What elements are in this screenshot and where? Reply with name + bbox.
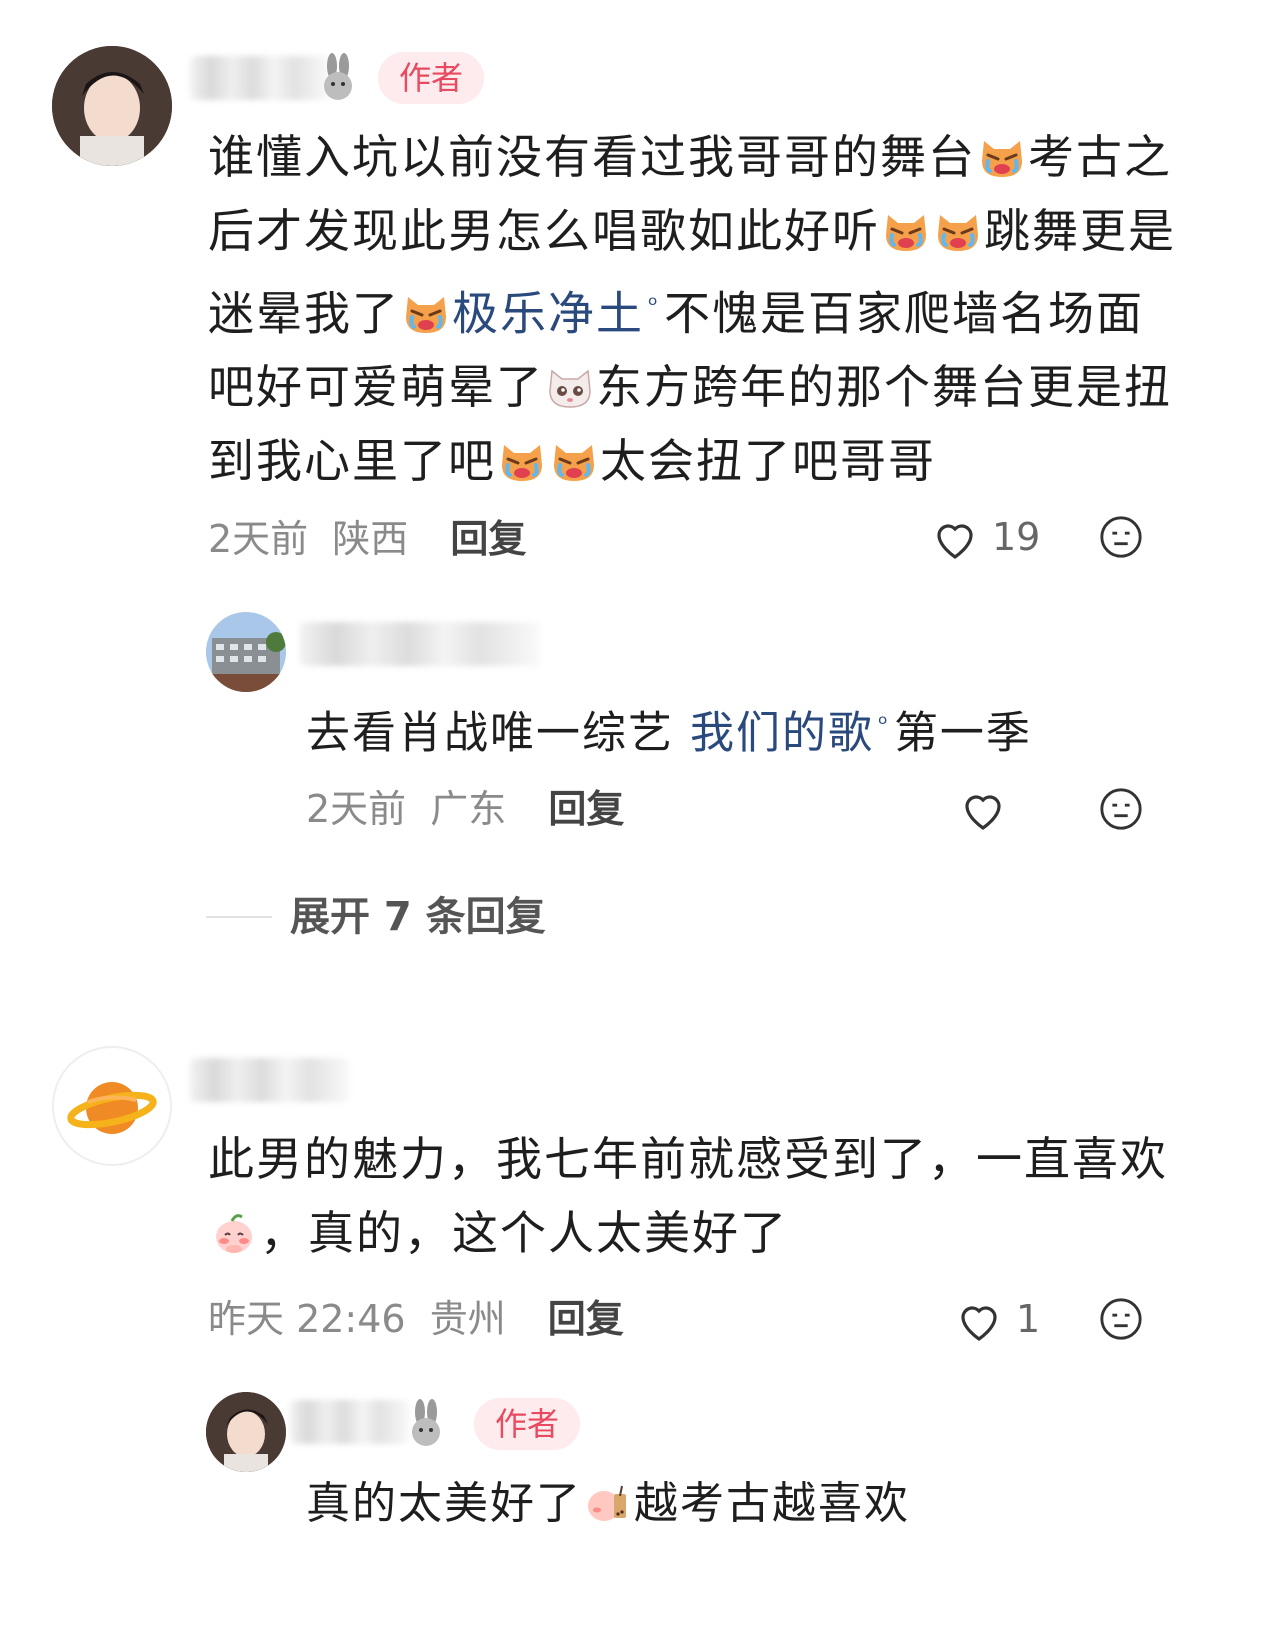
commenter-name-blurred[interactable] (190, 1058, 350, 1102)
comment-location: 陕西 (332, 517, 409, 561)
author-badge: 作者 (378, 52, 484, 104)
crying-cat-emoji (978, 126, 1026, 177)
comment-time: 2天前 (208, 517, 309, 561)
reply-text: 真的太美好了 越考古越喜欢 (306, 1474, 1166, 1534)
like-button[interactable]: 1 (954, 1294, 1044, 1348)
dislike-button[interactable] (1098, 514, 1144, 560)
building-photo-icon (206, 612, 286, 692)
comment-meta: 昨天 22:46 贵州 回复 (208, 1294, 624, 1344)
commenter-avatar[interactable] (52, 1046, 172, 1166)
text-segment: 真的太美好了 (306, 1478, 582, 1529)
reply-text: 去看肖战唯一综艺 我们的歌 ᵒ第一季 (306, 694, 1166, 764)
person-photo-icon (206, 1392, 286, 1472)
rabbit-icon (406, 1398, 446, 1448)
like-button[interactable] (958, 786, 1008, 834)
reply-button[interactable]: 回复 (548, 1297, 624, 1341)
rabbit-icon (318, 52, 358, 102)
topic-link[interactable]: 极乐净土 (452, 286, 644, 340)
text-segment: 谁懂入坑以前没有看过我哥哥的舞台 (208, 130, 976, 184)
replier-name-blurred[interactable] (300, 622, 540, 666)
person-photo-icon (52, 46, 172, 166)
crying-cat-emoji (498, 430, 546, 482)
text-segment: 去看肖战唯一综艺 (306, 707, 690, 759)
author-badge: 作者 (474, 1398, 580, 1450)
text-segment: 太会扭了吧哥哥 (600, 434, 936, 489)
search-icon: ᵒ (648, 291, 660, 319)
planet-icon (67, 1082, 157, 1134)
crying-cat-emoji (882, 200, 930, 251)
neutral-face-icon (1100, 1298, 1142, 1340)
neutral-face-icon (1100, 516, 1142, 558)
heart-icon (965, 795, 1001, 830)
replier-name-blurred[interactable] (290, 1400, 410, 1444)
blushing-peach-emoji (210, 1202, 258, 1253)
comment-time: 昨天 22:46 (208, 1297, 406, 1341)
search-icon: ᵒ (878, 710, 890, 738)
dislike-button[interactable] (1098, 786, 1144, 832)
crying-cat-emoji (550, 430, 598, 482)
reply-button[interactable]: 回复 (450, 517, 526, 561)
text-segment: 越考古越喜欢 (634, 1478, 910, 1529)
reply-meta: 2天前 广东 回复 (306, 784, 624, 834)
dislike-button[interactable] (1098, 1296, 1144, 1342)
replier-avatar[interactable] (206, 1392, 286, 1472)
comment-text: 此男的魅力，我七年前就感受到了，一直喜欢 ，真的，这个人太美好了 (208, 1122, 1178, 1270)
reply-location: 广东 (430, 787, 507, 831)
heart-icon (961, 1306, 997, 1341)
comment-text: 谁懂入坑以前没有看过我哥哥的舞台 考古之后才发现此男怎么唱歌如此好听 跳舞更是迷晕我… (208, 120, 1178, 498)
text-segment: 第一季 (893, 707, 1032, 759)
commenter-name-blurred[interactable] (190, 56, 330, 100)
commenter-avatar[interactable] (52, 46, 172, 166)
reply-button[interactable]: 回复 (548, 787, 624, 831)
like-count: 19 (992, 515, 1041, 559)
crying-cat-emoji (934, 200, 982, 251)
comment-meta: 2天前 陕西 回复 (208, 514, 526, 564)
topic-link[interactable]: 我们的歌 (690, 708, 874, 759)
expand-replies-button[interactable]: 展开 7 条回复 (290, 892, 546, 942)
like-count: 1 (1016, 1297, 1041, 1341)
crying-cat-emoji (402, 282, 450, 334)
peach-milk-tea-emoji (584, 1480, 632, 1522)
like-button[interactable]: 19 (930, 512, 1040, 566)
text-segment: ，真的，这个人太美好了 (260, 1206, 788, 1260)
text-segment: 此男的魅力，我七年前就感受到了，一直喜欢 (208, 1132, 1168, 1186)
heart-icon (937, 524, 973, 559)
reply-time: 2天前 (306, 787, 407, 831)
expand-divider (206, 916, 272, 918)
comment-location: 贵州 (429, 1297, 506, 1341)
teary-cat-emoji (546, 356, 594, 409)
neutral-face-icon (1100, 788, 1142, 830)
replier-avatar[interactable] (206, 612, 286, 692)
